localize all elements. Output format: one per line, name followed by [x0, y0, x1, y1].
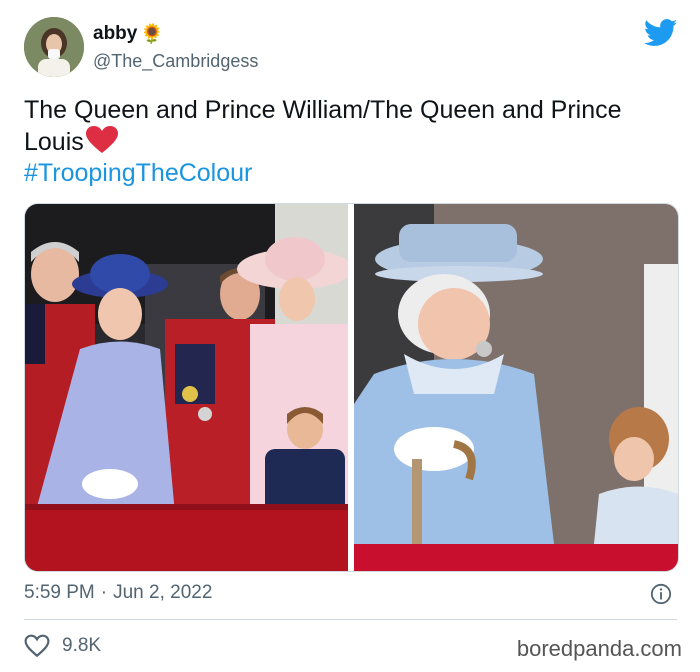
info-icon[interactable]	[650, 583, 672, 605]
tweet-date: Jun 2, 2022	[113, 582, 213, 603]
tweet-card: abby 🌻 @The_Cambridgess The Queen and Pr…	[0, 0, 700, 672]
divider	[24, 619, 677, 620]
red-heart-emoji-icon	[85, 126, 118, 153]
like-count: 9.8K	[62, 635, 102, 656]
tweet-text: The Queen and Prince William/The Queen a…	[24, 95, 664, 189]
watermark: boredpanda.com	[516, 636, 682, 661]
user-handle[interactable]: @The_Cambridgess	[93, 51, 258, 72]
media-gallery[interactable]	[24, 203, 679, 572]
timestamp-separator: ·	[100, 582, 108, 603]
sunflower-emoji: 🌻	[140, 24, 165, 45]
twitter-bird-icon[interactable]	[644, 19, 678, 47]
avatar[interactable]	[24, 17, 84, 77]
display-name-text: abby	[93, 23, 138, 44]
like-action[interactable]: 9.8K	[24, 634, 101, 658]
tweet-timestamp[interactable]: 5:59 PM · Jun 2, 2022	[24, 582, 212, 604]
hashtag-link[interactable]: #TroopingTheColour	[24, 158, 664, 189]
tweet-time: 5:59 PM	[24, 582, 95, 603]
queen-and-prince-william-photo[interactable]	[25, 204, 348, 571]
queen-and-prince-louis-photo[interactable]	[354, 204, 678, 571]
display-name[interactable]: abby 🌻	[93, 22, 164, 46]
heart-outline-icon	[24, 634, 50, 658]
